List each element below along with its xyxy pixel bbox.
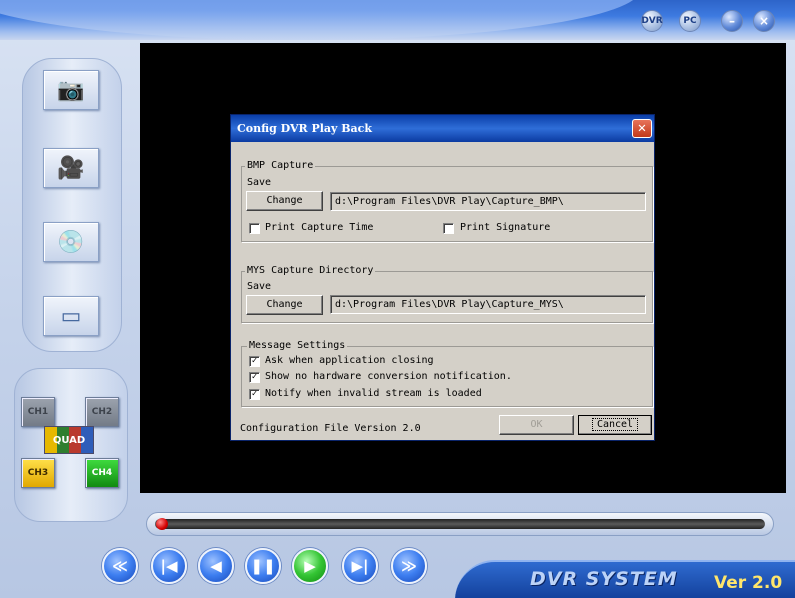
fast-forward-icon: ≫	[401, 557, 417, 575]
screen-icon: ▭	[60, 303, 82, 329]
mys-capture-label: MYS Capture Directory	[245, 265, 376, 276]
channel-4-button[interactable]: CH4	[85, 458, 119, 488]
camera-icon: 📷	[57, 77, 85, 103]
snapshot-button[interactable]: 📷	[43, 70, 99, 110]
minimize-icon: –	[729, 14, 735, 28]
quad-view-button[interactable]: QUAD	[44, 426, 94, 454]
bmp-change-button[interactable]: Change	[246, 191, 323, 211]
bmp-path-field[interactable]: d:\Program Files\DVR Play\Capture_BMP\	[330, 192, 646, 211]
ask-closing-label: Ask when application closing	[265, 355, 434, 366]
video-camera-icon: 🎥	[57, 155, 85, 181]
invalid-stream-label: Notify when invalid stream is loaded	[265, 388, 482, 399]
close-icon: ×	[758, 14, 770, 28]
cancel-button-label: Cancel	[591, 418, 639, 431]
pc-mode-button[interactable]: PC	[679, 10, 701, 32]
seek-bar[interactable]	[146, 512, 774, 536]
step-back-icon: ◀	[210, 557, 222, 575]
channel-3-button[interactable]: CH3	[21, 458, 55, 488]
print-signature-checkbox[interactable]	[443, 223, 454, 234]
fast-rewind-button[interactable]: ≪	[102, 548, 138, 584]
no-hardware-conversion-label: Show no hardware conversion notification…	[265, 371, 512, 382]
skip-forward-icon: ▶|	[351, 557, 369, 575]
bmp-capture-label: BMP Capture	[245, 160, 316, 171]
seek-track	[155, 519, 765, 529]
pause-button[interactable]: ❚❚	[245, 548, 281, 584]
bmp-save-label: Save	[247, 177, 272, 188]
config-button[interactable]: ▭	[43, 296, 99, 336]
dialog-close-button[interactable]: ✕	[632, 119, 652, 138]
fast-forward-button[interactable]: ≫	[391, 548, 427, 584]
ask-closing-checkbox[interactable]: ✓	[249, 356, 260, 367]
skip-back-icon: |◀	[160, 557, 178, 575]
channel-2-button[interactable]: CH2	[85, 397, 119, 427]
mys-change-button[interactable]: Change	[246, 295, 323, 315]
disk-button[interactable]: 💿	[43, 222, 99, 262]
record-button[interactable]: 🎥	[43, 148, 99, 188]
no-hardware-conversion-checkbox[interactable]: ✓	[249, 372, 260, 383]
skip-back-button[interactable]: |◀	[151, 548, 187, 584]
channel-1-button[interactable]: CH1	[21, 397, 55, 427]
close-window-button[interactable]: ×	[753, 10, 775, 32]
pc-icon: PC	[683, 16, 697, 26]
play-icon: ▶	[304, 557, 316, 575]
mys-path-field[interactable]: d:\Program Files\DVR Play\Capture_MYS\	[330, 295, 646, 314]
check-mark-icon: ✓	[251, 389, 258, 399]
message-settings-label: Message Settings	[247, 340, 348, 351]
brand-name: DVR SYSTEM	[530, 568, 678, 590]
minimize-button[interactable]: –	[721, 10, 743, 32]
skip-forward-button[interactable]: ▶|	[342, 548, 378, 584]
disk-icon: 💿	[57, 229, 85, 255]
dialog-title: Config DVR Play Back	[237, 122, 373, 135]
check-mark-icon: ✓	[251, 372, 258, 382]
invalid-stream-checkbox[interactable]: ✓	[249, 389, 260, 400]
check-mark-icon: ✓	[251, 356, 258, 366]
print-capture-time-label: Print Capture Time	[265, 222, 374, 233]
config-dialog: Config DVR Play Back ✕ BMP Capture Save …	[230, 114, 655, 441]
print-capture-time-checkbox[interactable]	[249, 223, 260, 234]
mys-save-label: Save	[247, 281, 272, 292]
dvr-icon: DVR	[641, 16, 663, 26]
config-version-text: Configuration File Version 2.0	[240, 423, 421, 434]
pause-icon: ❚❚	[250, 557, 276, 575]
close-icon: ✕	[637, 120, 647, 136]
ok-button[interactable]: OK	[499, 415, 574, 435]
dvr-mode-button[interactable]: DVR	[641, 10, 663, 32]
step-back-button[interactable]: ◀	[198, 548, 234, 584]
cancel-button[interactable]: Cancel	[578, 415, 652, 435]
brand-version: Ver 2.0	[714, 573, 783, 593]
play-button[interactable]: ▶	[292, 548, 328, 584]
seek-knob[interactable]	[156, 518, 168, 530]
print-signature-label: Print Signature	[460, 222, 551, 233]
fast-rewind-icon: ≪	[112, 557, 128, 575]
